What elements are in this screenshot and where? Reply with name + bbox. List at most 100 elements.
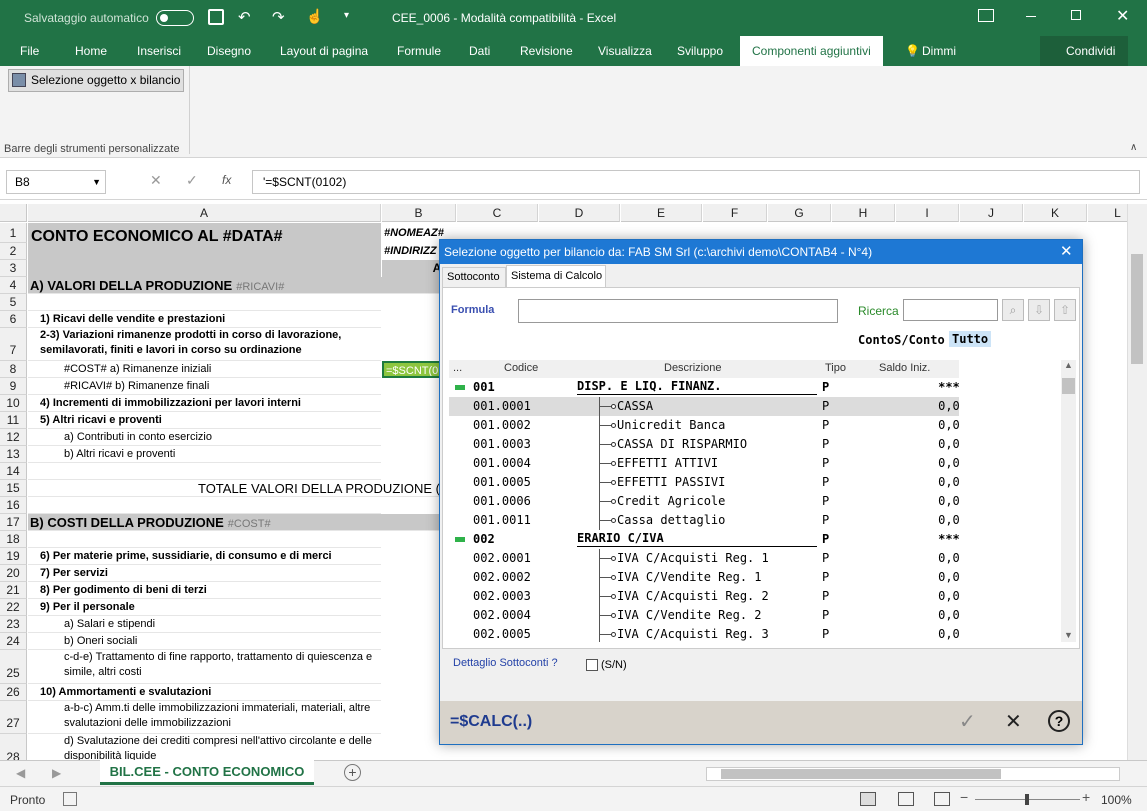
list-item[interactable]: 001.0004 EFFETTI ATTIVI P 0,00 [449,454,959,473]
cell-a[interactable] [28,463,381,480]
detail-checkbox[interactable] [586,659,598,671]
row-header[interactable]: 13 [0,446,27,463]
list-item[interactable]: 001.0005 EFFETTI PASSIVI P 0,00 [449,473,959,492]
page-layout-view-icon[interactable] [898,792,914,806]
autosave-toggle[interactable] [156,10,194,26]
list-item[interactable]: 001.0002 Unicredit Banca P 0,00 [449,416,959,435]
scrollbar-thumb[interactable] [1131,254,1143,364]
cancel-icon[interactable]: ✕ [1005,709,1022,734]
row-header[interactable]: 22 [0,599,27,616]
touch-mode-icon[interactable]: ☝ [306,8,323,25]
list-item[interactable]: 001.0011 Cassa dettaglio P 0,00 [449,511,959,530]
tab-home[interactable]: Home [75,44,107,58]
zoom-slider-thumb[interactable] [1025,794,1029,805]
column-header-l[interactable]: L [1088,204,1127,222]
list-item[interactable]: 002.0002 IVA C/Vendite Reg. 1 P 0,00 [449,568,959,587]
cell-a[interactable]: a-b-c) Amm.ti delle immobilizzazioni imm… [28,701,381,734]
formula-input[interactable]: '=$SCNT(0102) [252,170,1140,194]
list-item[interactable]: 002 ERARIO C/IVA P **** [449,530,959,549]
column-header-k[interactable]: K [1024,204,1087,222]
list-item[interactable]: 002.0005 IVA C/Acquisti Reg. 3 P 0,00 [449,625,959,642]
list-item[interactable]: 001 DISP. E LIQ. FINANZ. P **** [449,378,959,397]
macro-record-icon[interactable] [63,792,77,806]
cell-a[interactable] [28,260,381,277]
column-header-d[interactable]: D [539,204,620,222]
list-scrollbar-thumb[interactable] [1062,378,1075,394]
row-header[interactable]: 11 [0,412,27,429]
tab-draw[interactable]: Disegno [207,44,251,58]
list-item[interactable]: 001.0006 Credit Agricole P 0,00 [449,492,959,511]
row-header[interactable]: 7 [0,328,27,361]
hscroll-thumb[interactable] [721,769,1001,779]
list-item[interactable]: 001.0003 CASSA DI RISPARMIO P 0,00 [449,435,959,454]
cell-a[interactable] [28,531,381,548]
close-icon[interactable]: ✕ [1116,6,1129,26]
scroll-down-icon[interactable]: ▼ [1064,630,1073,640]
cell-a[interactable]: a) Salari e stipendi [28,616,381,633]
search-input[interactable] [903,299,998,321]
tab-next-icon[interactable]: ▶ [52,766,61,780]
row-header[interactable]: 6 [0,311,27,328]
minimize-icon[interactable] [1026,16,1036,17]
tab-sottoconto[interactable]: Sottoconto [442,267,506,287]
header-tipo[interactable]: Tipo [825,362,846,374]
column-header-e[interactable]: E [621,204,702,222]
zoom-out-icon[interactable]: − [960,789,968,805]
row-header[interactable]: 9 [0,378,27,395]
column-header-g[interactable]: G [768,204,831,222]
cell-a[interactable]: 2-3) Variazioni rimanenze prodotti in co… [28,328,381,361]
cell-a[interactable]: b) Altri ricavi e proventi [28,446,381,463]
arrow-up-icon[interactable]: ⇧ [1054,299,1076,321]
cell-a[interactable]: 7) Per servizi [28,565,381,582]
header-saldo[interactable]: Saldo Iniz. [879,362,930,374]
column-header-f[interactable]: F [703,204,767,222]
save-icon[interactable] [208,9,224,25]
collapse-icon[interactable] [455,385,465,390]
redo-icon[interactable]: ↷ [272,8,285,26]
header-descrizione[interactable]: Descrizione [664,362,721,374]
cell-a[interactable]: #RICAVI# b) Rimanenze finali [28,378,381,395]
cell-a[interactable]: d) Svalutazione dei crediti compresi nel… [28,734,381,760]
row-header[interactable]: 3 [0,260,27,277]
cell-a[interactable]: 10) Ammortamenti e svalutazioni [28,684,381,701]
confirm-icon[interactable]: ✓ [959,709,976,734]
zoom-in-icon[interactable]: + [1082,789,1090,805]
column-header-b[interactable]: B [382,204,456,222]
qat-customize-icon[interactable]: ▾ [344,10,349,21]
row-header[interactable]: 18 [0,531,27,548]
dialog-close-icon[interactable]: ✕ [1060,240,1073,264]
detail-link[interactable]: Dettaglio Sottoconti ? [453,657,558,669]
page-break-view-icon[interactable] [934,792,950,806]
cell-a[interactable]: TOTALE VALORI DELLA PRODUZIONE ( [28,480,440,497]
list-item[interactable]: 002.0001 IVA C/Acquisti Reg. 1 P 0,00 [449,549,959,568]
vertical-scrollbar[interactable] [1127,204,1147,760]
horizontal-scrollbar[interactable] [706,767,1120,781]
tab-insert[interactable]: Inserisci [137,44,181,58]
row-header[interactable]: 27 [0,701,27,734]
tell-me-button[interactable]: Dimmi [922,44,956,58]
row-header[interactable]: 15 [0,480,27,497]
add-sheet-icon[interactable]: + [344,764,361,781]
filter-all[interactable]: Tutto [949,331,992,347]
cell-a[interactable]: a) Contributi in conto esercizio [28,429,381,446]
enter-icon[interactable]: ✓ [186,172,198,189]
column-header-a[interactable]: A [28,204,381,222]
collapse-icon[interactable] [455,537,465,542]
cell-a[interactable]: A) VALORI DELLA PRODUZIONE #RICAVI# [28,277,440,294]
column-header-h[interactable]: H [832,204,895,222]
sheet-tab-conto-economico[interactable]: BIL.CEE - CONTO ECONOMICO [100,760,314,785]
row-header[interactable]: 20 [0,565,27,582]
tab-addins[interactable]: Componenti aggiuntivi [740,36,883,66]
row-header[interactable]: 24 [0,633,27,650]
list-item[interactable]: 002.0003 IVA C/Acquisti Reg. 2 P 0,00 [449,587,959,606]
arrow-down-icon[interactable]: ⇩ [1028,299,1050,321]
row-header[interactable]: 21 [0,582,27,599]
cell-a[interactable]: 9) Per il personale [28,599,381,616]
row-header[interactable]: 2 [0,243,27,260]
cell-a[interactable]: 6) Per materie prime, sussidiarie, di co… [28,548,381,565]
row-header[interactable]: 25 [0,650,27,684]
cancel-icon[interactable]: ✕ [150,172,162,189]
filter-conto[interactable]: ContoS/Conto [858,333,945,347]
cell-a[interactable]: 4) Incrementi di immobilizzazioni per la… [28,395,381,412]
cell-a[interactable] [28,294,381,311]
